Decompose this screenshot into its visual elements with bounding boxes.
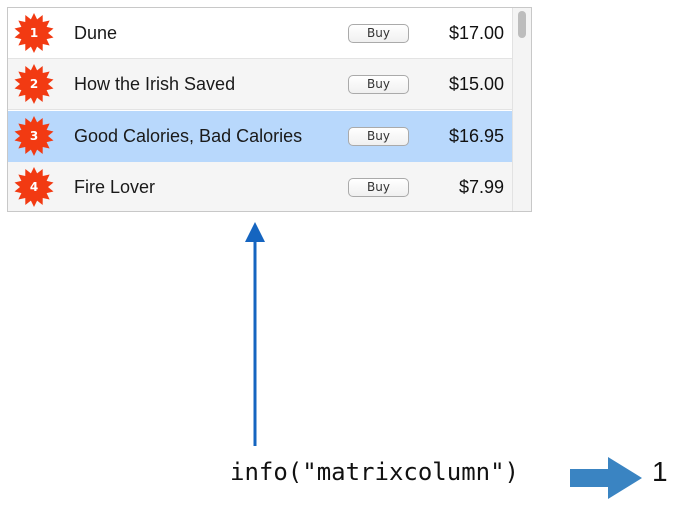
book-title: Dune [74, 23, 118, 43]
right-arrow-icon [570, 457, 642, 499]
book-list-panel: 1 Dune Buy $17.00 2 How the Irish Saved … [7, 7, 532, 212]
rank-number: 1 [29, 26, 39, 40]
vertical-scrollbar[interactable] [512, 8, 531, 211]
list-row[interactable]: 2 How the Irish Saved Buy $15.00 [8, 59, 512, 110]
rank-number: 2 [29, 77, 39, 91]
book-title: Fire Lover [74, 177, 156, 197]
starburst-badge-icon: 1 [14, 13, 54, 53]
starburst-badge-icon: 3 [14, 116, 54, 156]
book-list: 1 Dune Buy $17.00 2 How the Irish Saved … [8, 8, 512, 211]
up-arrow-icon [245, 222, 265, 446]
book-title: Good Calories, Bad Calories [74, 126, 303, 146]
starburst-badge-icon: 4 [14, 167, 54, 207]
book-price: $17.00 [448, 23, 504, 43]
book-price: $7.99 [458, 177, 504, 197]
buy-button[interactable]: Buy [348, 127, 409, 146]
list-row-selected[interactable]: 3 Good Calories, Bad Calories Buy $16.95 [8, 111, 512, 162]
code-expression: info("matrixcolumn") [230, 458, 519, 486]
book-price: $15.00 [448, 74, 504, 94]
book-title: How the Irish Saved [74, 74, 236, 94]
buy-button[interactable]: Buy [348, 75, 409, 94]
rank-number: 4 [29, 180, 39, 194]
starburst-badge-icon: 2 [14, 64, 54, 104]
buy-button[interactable]: Buy [348, 178, 409, 197]
buy-button[interactable]: Buy [348, 24, 409, 43]
book-price: $16.95 [448, 126, 504, 146]
result-value: 1 [652, 456, 668, 487]
list-row[interactable]: 4 Fire Lover Buy $7.99 [8, 162, 512, 211]
scrollbar-thumb[interactable] [518, 11, 526, 38]
list-row[interactable]: 1 Dune Buy $17.00 [8, 8, 512, 59]
rank-number: 3 [29, 129, 39, 143]
